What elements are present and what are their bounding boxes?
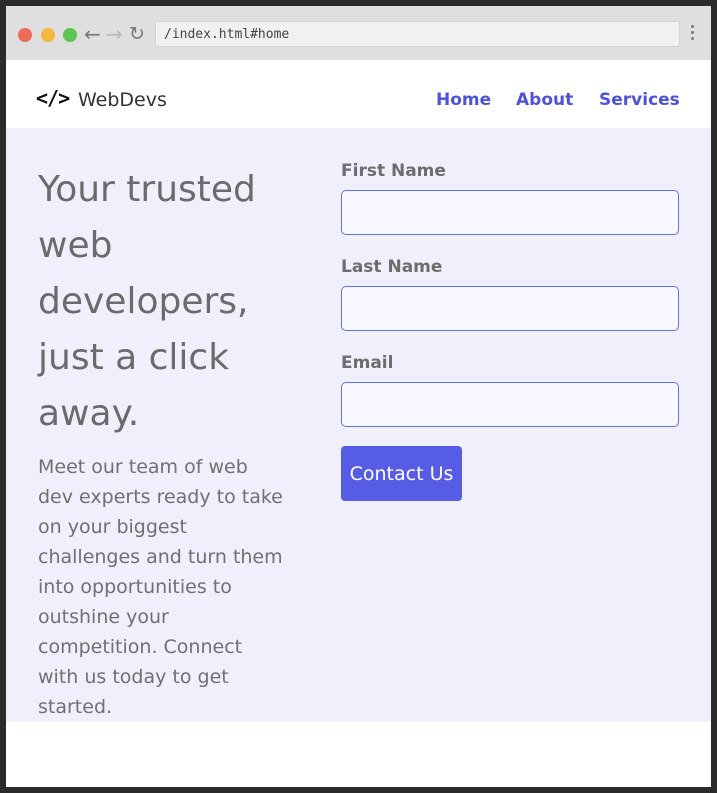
last-name-label: Last Name xyxy=(341,257,443,277)
browser-window: ← → ↻ /index.html#home </> WebDevs Home … xyxy=(6,6,711,787)
close-window-icon[interactable] xyxy=(18,28,32,42)
site-header: </> WebDevs Home About Services xyxy=(6,60,711,128)
hero-section: Your trusted web developers, just a clic… xyxy=(6,128,711,722)
first-name-input[interactable] xyxy=(341,190,679,235)
arrow-right-icon[interactable]: → xyxy=(106,20,123,48)
email-input[interactable] xyxy=(341,382,679,427)
reload-icon[interactable]: ↻ xyxy=(129,20,145,48)
code-logo-icon[interactable]: </> xyxy=(36,86,70,110)
hero-description: Meet our team of web dev experts ready t… xyxy=(38,456,283,718)
nav-link-services[interactable]: Services xyxy=(599,89,680,111)
kebab-menu-icon[interactable] xyxy=(690,22,696,40)
contact-us-button[interactable]: Contact Us xyxy=(341,446,462,501)
arrow-left-icon[interactable]: ← xyxy=(84,20,101,48)
nav-link-about[interactable]: About xyxy=(516,89,573,111)
nav-link-home[interactable]: Home xyxy=(436,89,491,111)
first-name-label: First Name xyxy=(341,161,446,181)
brand-name[interactable]: WebDevs xyxy=(78,88,167,112)
maximize-window-icon[interactable] xyxy=(63,28,77,42)
address-bar[interactable]: /index.html#home xyxy=(155,21,680,47)
page-footer-space xyxy=(6,722,711,787)
email-label: Email xyxy=(341,353,394,373)
minimize-window-icon[interactable] xyxy=(41,28,55,42)
last-name-input[interactable] xyxy=(341,286,679,331)
browser-toolbar: ← → ↻ /index.html#home xyxy=(6,6,711,61)
hero-title: Your trusted web developers, just a clic… xyxy=(38,169,256,434)
